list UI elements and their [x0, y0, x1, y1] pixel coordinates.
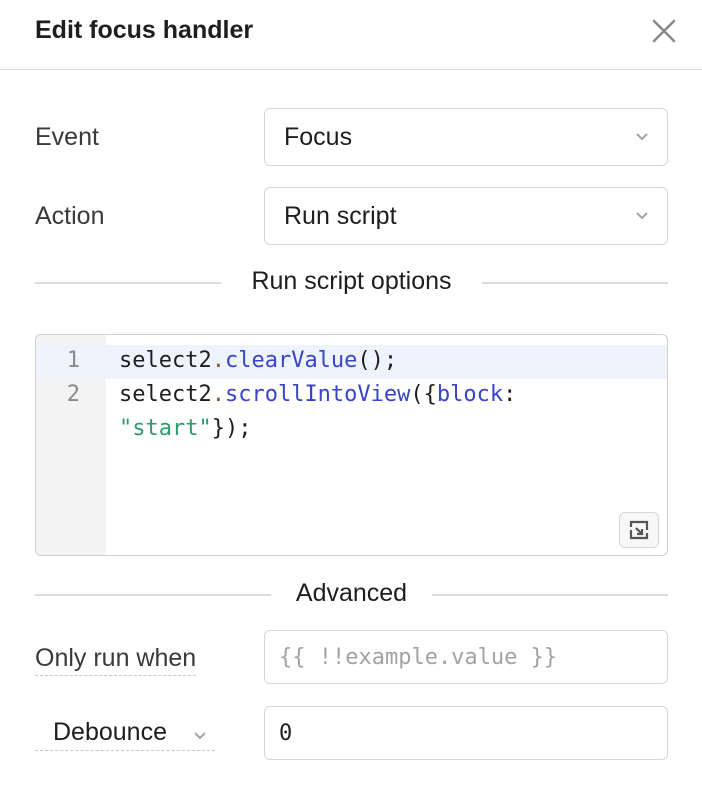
expand-editor-button[interactable]	[619, 512, 659, 548]
script-editor[interactable]: 1 2 select2.clearValue(); select2.scroll…	[35, 334, 668, 556]
chevron-down-icon	[636, 212, 648, 220]
debounce-field[interactable]	[279, 707, 649, 759]
expand-editor-icon	[629, 520, 649, 540]
line-number: 2	[66, 382, 80, 407]
debounce-dropdown[interactable]: Debounce	[35, 716, 215, 752]
event-select-value: Focus	[284, 123, 353, 151]
chevron-down-icon	[194, 732, 206, 740]
advanced-divider: Advanced	[35, 579, 668, 607]
advanced-heading: Advanced	[277, 579, 426, 607]
code-line-2-wrap: "start"});	[119, 416, 252, 441]
chevron-down-icon	[636, 133, 648, 141]
action-select[interactable]: Run script	[264, 187, 668, 245]
line-number: 1	[66, 348, 80, 373]
dialog-header: Edit focus handler	[0, 0, 702, 70]
action-label: Action	[35, 202, 105, 230]
event-label: Event	[35, 123, 99, 151]
code-line-1: select2.clearValue();	[119, 348, 398, 373]
dialog-title: Edit focus handler	[35, 16, 254, 44]
action-select-value: Run script	[284, 202, 397, 230]
run-script-options-divider: Run script options	[35, 267, 668, 295]
run-script-options-heading: Run script options	[233, 267, 470, 295]
code-line-2: select2.scrollIntoView({block:	[119, 382, 517, 407]
event-select[interactable]: Focus	[264, 108, 668, 166]
close-icon[interactable]	[650, 17, 678, 45]
only-run-when-field[interactable]	[279, 631, 649, 683]
debounce-label: Debounce	[53, 718, 167, 746]
only-run-when-input[interactable]	[264, 630, 668, 684]
only-run-when-label: Only run when	[35, 644, 197, 676]
debounce-input[interactable]	[264, 706, 668, 760]
